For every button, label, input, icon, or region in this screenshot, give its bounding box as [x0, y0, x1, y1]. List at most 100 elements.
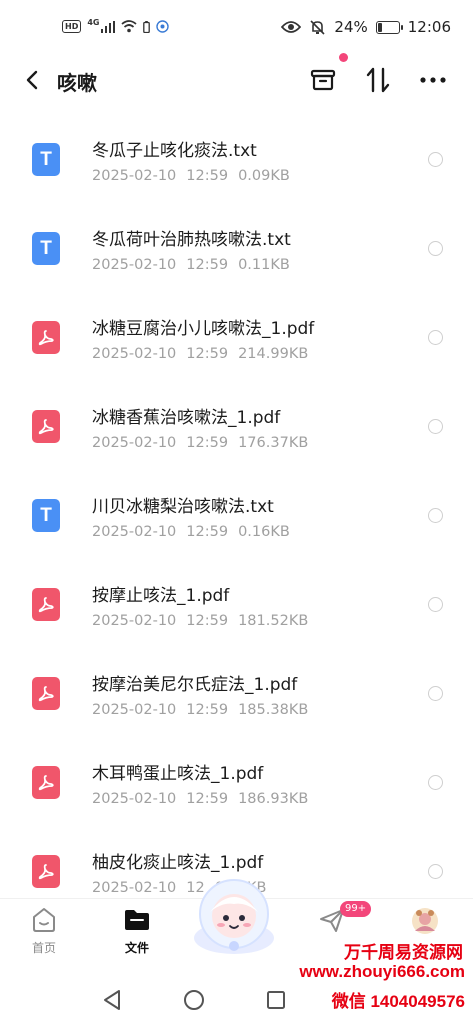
file-name: 木耳鸭蛋止咳法_1.pdf: [92, 764, 264, 784]
file-row[interactable]: T 川贝冰糖梨治咳嗽法.txt 2025-02-10 12:59 0.16KB: [0, 468, 473, 557]
file-date: 2025-02-10: [92, 524, 177, 540]
file-row[interactable]: 木耳鸭蛋止咳法_1.pdf 2025-02-10 12:59 186.93KB: [0, 735, 473, 824]
wifi-icon: [121, 20, 138, 33]
tab-profile[interactable]: [411, 907, 439, 935]
status-bar: HD 4G 24% 12:06: [0, 0, 473, 56]
file-row[interactable]: 冰糖香蕉治咳嗽法_1.pdf 2025-02-10 12:59 176.37KB: [0, 379, 473, 468]
file-row[interactable]: 按摩止咳法_1.pdf 2025-02-10 12:59 181.52KB: [0, 557, 473, 646]
pdf-file-icon: [32, 410, 60, 443]
pdf-acrobat-glyph: [38, 596, 54, 612]
ai-assistant-button[interactable]: [186, 876, 282, 956]
network-badge: 4G: [87, 18, 100, 27]
file-meta: 2025-02-10 12:59 186.93KB: [92, 791, 318, 807]
battery-percent: 24%: [334, 18, 368, 36]
select-radio[interactable]: [428, 864, 443, 879]
battery-small-icon: [143, 20, 151, 33]
file-row[interactable]: T 冬瓜子止咳化痰法.txt 2025-02-10 12:59 0.09KB: [0, 112, 473, 201]
nav-home-button[interactable]: [182, 988, 206, 1012]
sort-button[interactable]: [362, 64, 394, 96]
tab-files[interactable]: 文件: [123, 907, 151, 956]
file-meta: 2025-02-10 12:59 181.52KB: [92, 613, 318, 629]
select-radio[interactable]: [428, 597, 443, 612]
file-row[interactable]: T 冬瓜荷叶治肺热咳嗽法.txt 2025-02-10 12:59 0.11KB: [0, 201, 473, 290]
file-name: 冰糖豆腐治小儿咳嗽法_1.pdf: [92, 319, 315, 339]
nav-recents-icon: [267, 991, 285, 1009]
file-meta: 2025-02-10 12:59 0.09KB: [92, 168, 300, 184]
file-time: 12:59: [186, 435, 229, 451]
watermark-line1: 万千周易资源网: [344, 943, 463, 962]
txt-file-icon: T: [32, 499, 60, 532]
pdf-file-icon: [32, 855, 60, 888]
more-button[interactable]: [417, 64, 449, 96]
file-name: 柚皮化痰止咳法_1.pdf: [92, 853, 264, 873]
file-meta: 2025-02-10 12:59 185.38KB: [92, 702, 318, 718]
file-date: 2025-02-10: [92, 702, 177, 718]
tab-home-label: 首页: [31, 941, 56, 955]
file-row[interactable]: 按摩治美尼尔氏症法_1.pdf 2025-02-10 12:59 185.38KB: [0, 646, 473, 735]
tab-home[interactable]: 首页: [30, 907, 58, 956]
battery-icon: [375, 20, 403, 34]
select-radio[interactable]: [428, 241, 443, 256]
file-size: 186.93KB: [238, 791, 309, 807]
pdf-file-icon: [32, 677, 60, 710]
file-date: 2025-02-10: [92, 880, 177, 896]
file-name: 冰糖香蕉治咳嗽法_1.pdf: [92, 408, 281, 428]
mascot-icon: [194, 879, 274, 954]
file-date: 2025-02-10: [92, 168, 177, 184]
file-time: 12:59: [186, 613, 229, 629]
select-radio[interactable]: [428, 508, 443, 523]
nav-recents-button[interactable]: [264, 988, 288, 1012]
file-size: 214.99KB: [238, 346, 309, 362]
file-meta: 2025-02-10 12:59 0.16KB: [92, 524, 300, 540]
file-date: 2025-02-10: [92, 257, 177, 273]
sort-icon: [366, 67, 390, 93]
status-left: HD 4G: [62, 18, 170, 33]
message-badge: 99+: [340, 901, 372, 917]
watermark-line3: 微信 1404049576: [331, 992, 465, 1011]
file-meta: 2025-02-10 12:59 0.11KB: [92, 257, 300, 273]
pdf-file-icon: [32, 766, 60, 799]
tab-files-label: 文件: [124, 941, 149, 955]
mute-bell-icon: [310, 19, 325, 35]
file-size: 176.37KB: [238, 435, 309, 451]
file-date: 2025-02-10: [92, 346, 177, 362]
file-list: T 冬瓜子止咳化痰法.txt 2025-02-10 12:59 0.09KB T 冬瓜荷叶治…: [0, 112, 473, 913]
select-radio[interactable]: [428, 330, 443, 345]
file-time: 12:59: [186, 524, 229, 540]
pdf-acrobat-glyph: [38, 418, 54, 434]
txt-file-icon: T: [32, 143, 60, 176]
watermark-line2: www.zhouyi666.com: [299, 962, 465, 981]
file-time: 12:59: [186, 791, 229, 807]
file-size: 181.52KB: [238, 613, 309, 629]
back-icon: [26, 70, 38, 90]
select-radio[interactable]: [428, 775, 443, 790]
app-header: 咳嗽: [0, 56, 473, 106]
file-size: 0.16KB: [238, 524, 290, 540]
select-radio[interactable]: [428, 686, 443, 701]
file-size: 185.38KB: [238, 702, 309, 718]
pdf-file-icon: [32, 321, 60, 354]
file-name: 川贝冰糖梨治咳嗽法.txt: [92, 497, 274, 517]
file-row[interactable]: 冰糖豆腐治小儿咳嗽法_1.pdf 2025-02-10 12:59 214.99KB: [0, 290, 473, 379]
select-radio[interactable]: [428, 152, 443, 167]
file-name: 冬瓜荷叶治肺热咳嗽法.txt: [92, 230, 291, 250]
txt-glyph: T: [40, 504, 52, 526]
nav-home-icon: [184, 990, 204, 1010]
back-button[interactable]: [18, 66, 46, 94]
archive-button[interactable]: [307, 64, 339, 96]
notification-dot: [339, 53, 348, 62]
select-radio[interactable]: [428, 419, 443, 434]
home-icon: [33, 908, 55, 932]
battery-level-fill: [377, 22, 383, 32]
signal-icon: [101, 20, 116, 33]
file-date: 2025-02-10: [92, 613, 177, 629]
file-meta: 2025-02-10 12:59 214.99KB: [92, 346, 318, 362]
txt-glyph: T: [40, 237, 52, 259]
app-notification-icon: [156, 20, 170, 33]
file-meta: 2025-02-10 12:59 176.37KB: [92, 435, 318, 451]
avatar: [412, 908, 438, 934]
file-size: 0.11KB: [238, 257, 290, 273]
status-right: 24% 12:06: [281, 18, 451, 36]
file-time: 12:59: [186, 702, 229, 718]
nav-back-button[interactable]: [100, 988, 124, 1012]
